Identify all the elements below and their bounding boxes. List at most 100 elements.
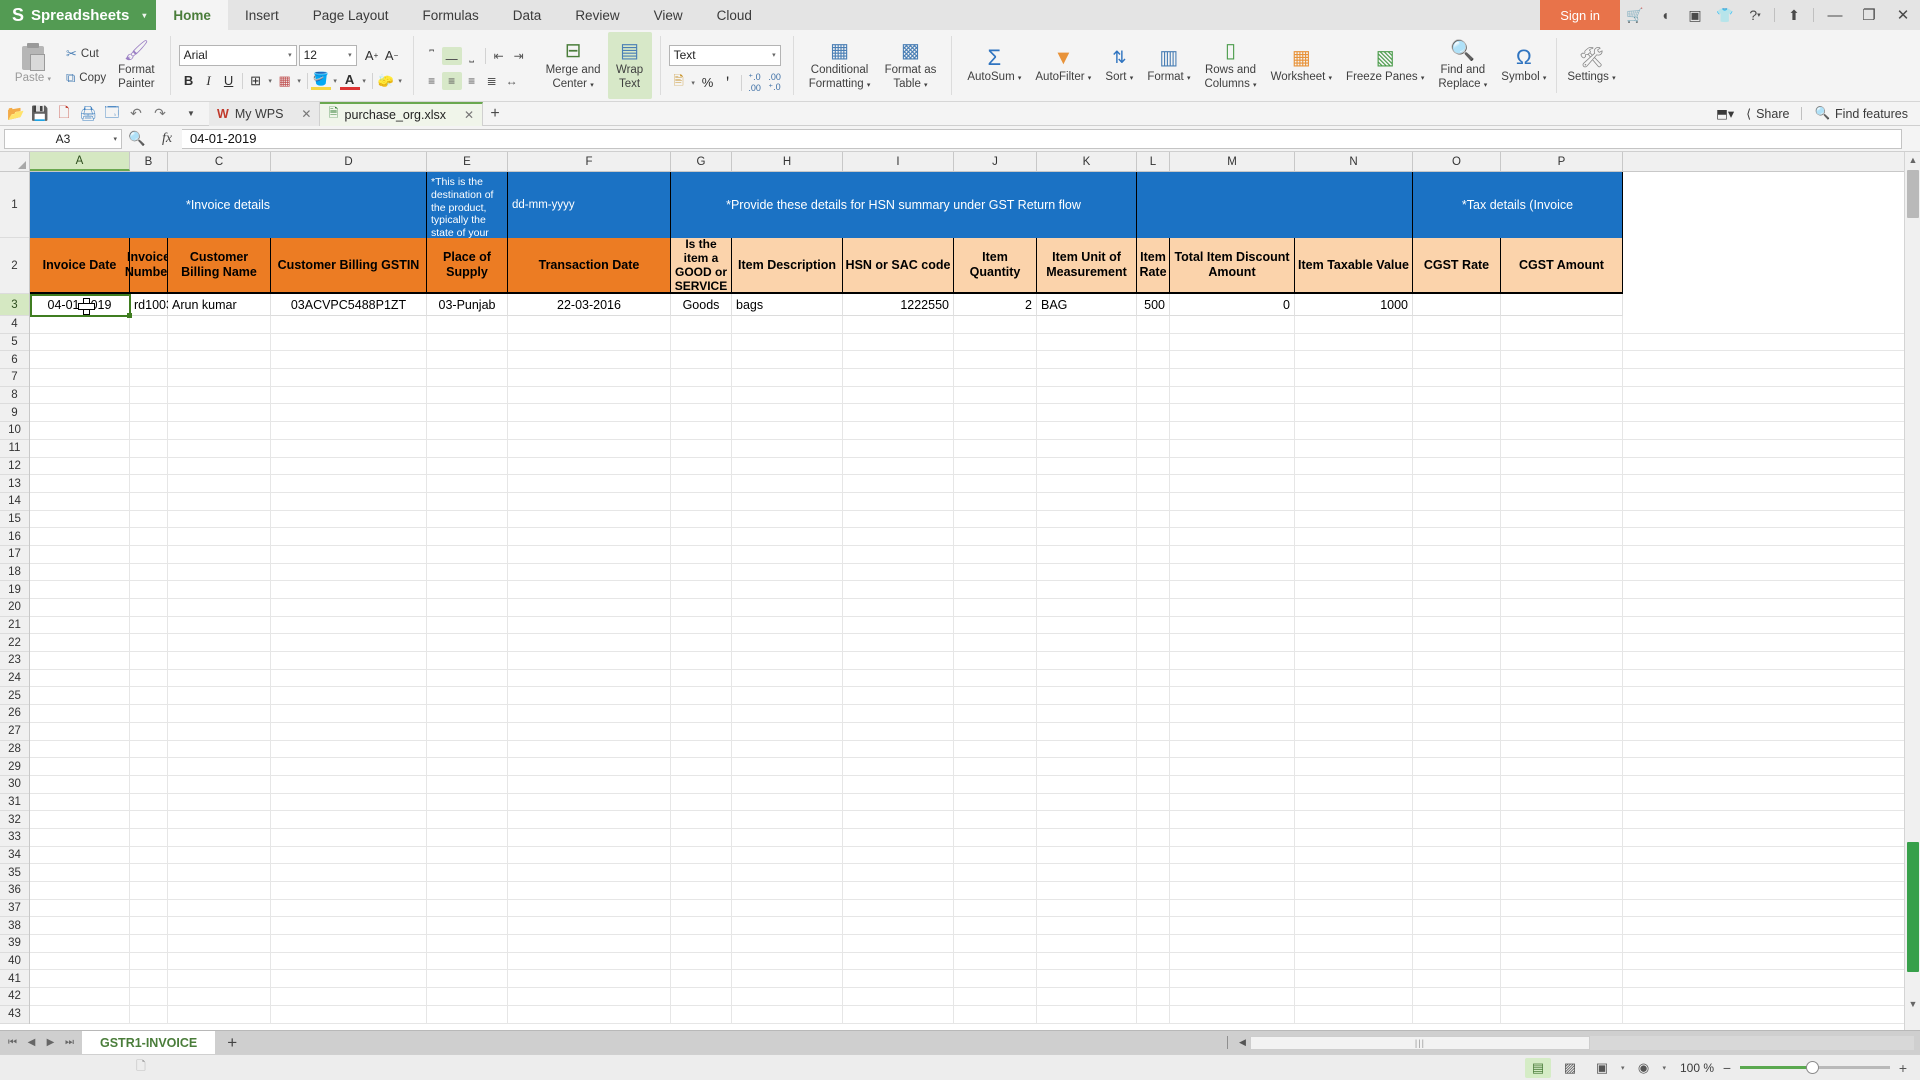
percent-format-icon[interactable]: %	[698, 73, 718, 93]
cell-G39[interactable]	[671, 935, 732, 953]
cell-N43[interactable]	[1295, 1005, 1413, 1024]
cell-E40[interactable]	[427, 952, 508, 971]
cell-K43[interactable]	[1037, 1005, 1137, 1024]
cell-D11[interactable]	[271, 439, 427, 458]
cell-N37[interactable]	[1295, 899, 1413, 918]
find-features-button[interactable]: 🔍 Find features	[1814, 106, 1908, 121]
cell-D7[interactable]	[271, 369, 427, 387]
cell-H21[interactable]	[732, 616, 843, 635]
chevron-down-icon[interactable]: ▾	[1329, 75, 1333, 82]
cell-H6[interactable]	[732, 351, 843, 370]
cell-D35[interactable]	[271, 864, 427, 882]
cell-K24[interactable]	[1037, 669, 1137, 688]
cell-G9[interactable]	[671, 404, 732, 423]
column-header-C[interactable]: C	[168, 152, 271, 171]
cell-N23[interactable]	[1295, 652, 1413, 670]
cell-E30[interactable]	[427, 775, 508, 794]
cell-A26[interactable]	[30, 705, 130, 723]
cell-G3[interactable]: Goods	[671, 294, 732, 316]
cell-D34[interactable]	[271, 846, 427, 865]
cell-J29[interactable]	[954, 758, 1037, 776]
row-header-2[interactable]: 2	[0, 238, 29, 294]
cell-O18[interactable]	[1413, 563, 1501, 582]
cell-B4[interactable]	[130, 316, 168, 334]
cell-J37[interactable]	[954, 899, 1037, 918]
cell-O23[interactable]	[1413, 652, 1501, 670]
column-header-D[interactable]: D	[271, 152, 427, 171]
cell-K25[interactable]	[1037, 687, 1137, 706]
cell-G25[interactable]	[671, 687, 732, 706]
border-style-icon[interactable]: ▦	[275, 71, 295, 91]
cell-B29[interactable]	[130, 758, 168, 776]
cell-L41[interactable]	[1137, 970, 1170, 989]
cell-I42[interactable]	[843, 988, 954, 1006]
cell-L29[interactable]	[1137, 758, 1170, 776]
cell-P13[interactable]	[1501, 475, 1623, 493]
cell-P34[interactable]	[1501, 846, 1623, 865]
cell-C7[interactable]	[168, 369, 271, 387]
cell-L30[interactable]	[1137, 775, 1170, 794]
cut-button[interactable]: ✂ Cut	[61, 42, 111, 66]
cell-L17[interactable]	[1137, 545, 1170, 564]
cell-J31[interactable]	[954, 793, 1037, 812]
cell-G30[interactable]	[671, 775, 732, 794]
cell-E9[interactable]	[427, 404, 508, 423]
cell-J19[interactable]	[954, 581, 1037, 599]
cell-P15[interactable]	[1501, 510, 1623, 529]
cell-N2-item-taxable-value[interactable]: Item Taxable Value	[1295, 238, 1413, 294]
cell-E29[interactable]	[427, 758, 508, 776]
cell-E10[interactable]	[427, 422, 508, 440]
cell-K18[interactable]	[1037, 563, 1137, 582]
cell-K35[interactable]	[1037, 864, 1137, 882]
cell-G28[interactable]	[671, 740, 732, 759]
number-format-select[interactable]: Text ▾	[668, 44, 781, 66]
cell-O27[interactable]	[1413, 722, 1501, 741]
cell-H12[interactable]	[732, 457, 843, 476]
cell-B31[interactable]	[130, 793, 168, 812]
cell-G37[interactable]	[671, 899, 732, 918]
cell-G17[interactable]	[671, 545, 732, 564]
cell-J25[interactable]	[954, 687, 1037, 706]
horizontal-scroll-thumb[interactable]: |||	[1249, 1035, 1590, 1050]
cell-K17[interactable]	[1037, 545, 1137, 564]
cell-N26[interactable]	[1295, 705, 1413, 723]
row-header-24[interactable]: 24	[0, 669, 29, 688]
cell-M13[interactable]	[1170, 475, 1295, 493]
cell-O17[interactable]	[1413, 545, 1501, 564]
cell-O29[interactable]	[1413, 758, 1501, 776]
cell-C11[interactable]	[168, 439, 271, 458]
cell-I19[interactable]	[843, 581, 954, 599]
cell-O32[interactable]	[1413, 811, 1501, 829]
conditional-formatting-button[interactable]: ▦ Conditional Formatting ▾	[802, 32, 878, 99]
row-header-30[interactable]: 30	[0, 775, 29, 794]
cell-D29[interactable]	[271, 758, 427, 776]
cell-H5[interactable]	[732, 333, 843, 352]
chevron-down-icon[interactable]: ▾	[331, 77, 340, 85]
cell-B37[interactable]	[130, 899, 168, 918]
cell-G40[interactable]	[671, 952, 732, 971]
cell-G1-hsn-summary-note[interactable]: *Provide these details for HSN summary u…	[671, 172, 1137, 238]
cell-I25[interactable]	[843, 687, 954, 706]
row-header-1[interactable]: 1	[0, 172, 29, 238]
cell-L34[interactable]	[1137, 846, 1170, 865]
cell-C20[interactable]	[168, 599, 271, 617]
cell-N5[interactable]	[1295, 333, 1413, 352]
cell-A8[interactable]	[30, 386, 130, 405]
cell-A13[interactable]	[30, 475, 130, 493]
column-header-P[interactable]: P	[1501, 152, 1623, 171]
cell-C8[interactable]	[168, 386, 271, 405]
cell-P40[interactable]	[1501, 952, 1623, 971]
cell-G13[interactable]	[671, 475, 732, 493]
row-header-14[interactable]: 14	[0, 492, 29, 511]
cell-J27[interactable]	[954, 722, 1037, 741]
cell-C31[interactable]	[168, 793, 271, 812]
cell-N32[interactable]	[1295, 811, 1413, 829]
accounting-format-icon[interactable]: 🖹	[669, 73, 689, 93]
cell-B7[interactable]	[130, 369, 168, 387]
cell-J5[interactable]	[954, 333, 1037, 352]
row-header-41[interactable]: 41	[0, 970, 29, 989]
cell-J41[interactable]	[954, 970, 1037, 989]
cell-H26[interactable]	[732, 705, 843, 723]
cell-K32[interactable]	[1037, 811, 1137, 829]
cell-L1-blank[interactable]	[1137, 172, 1413, 238]
